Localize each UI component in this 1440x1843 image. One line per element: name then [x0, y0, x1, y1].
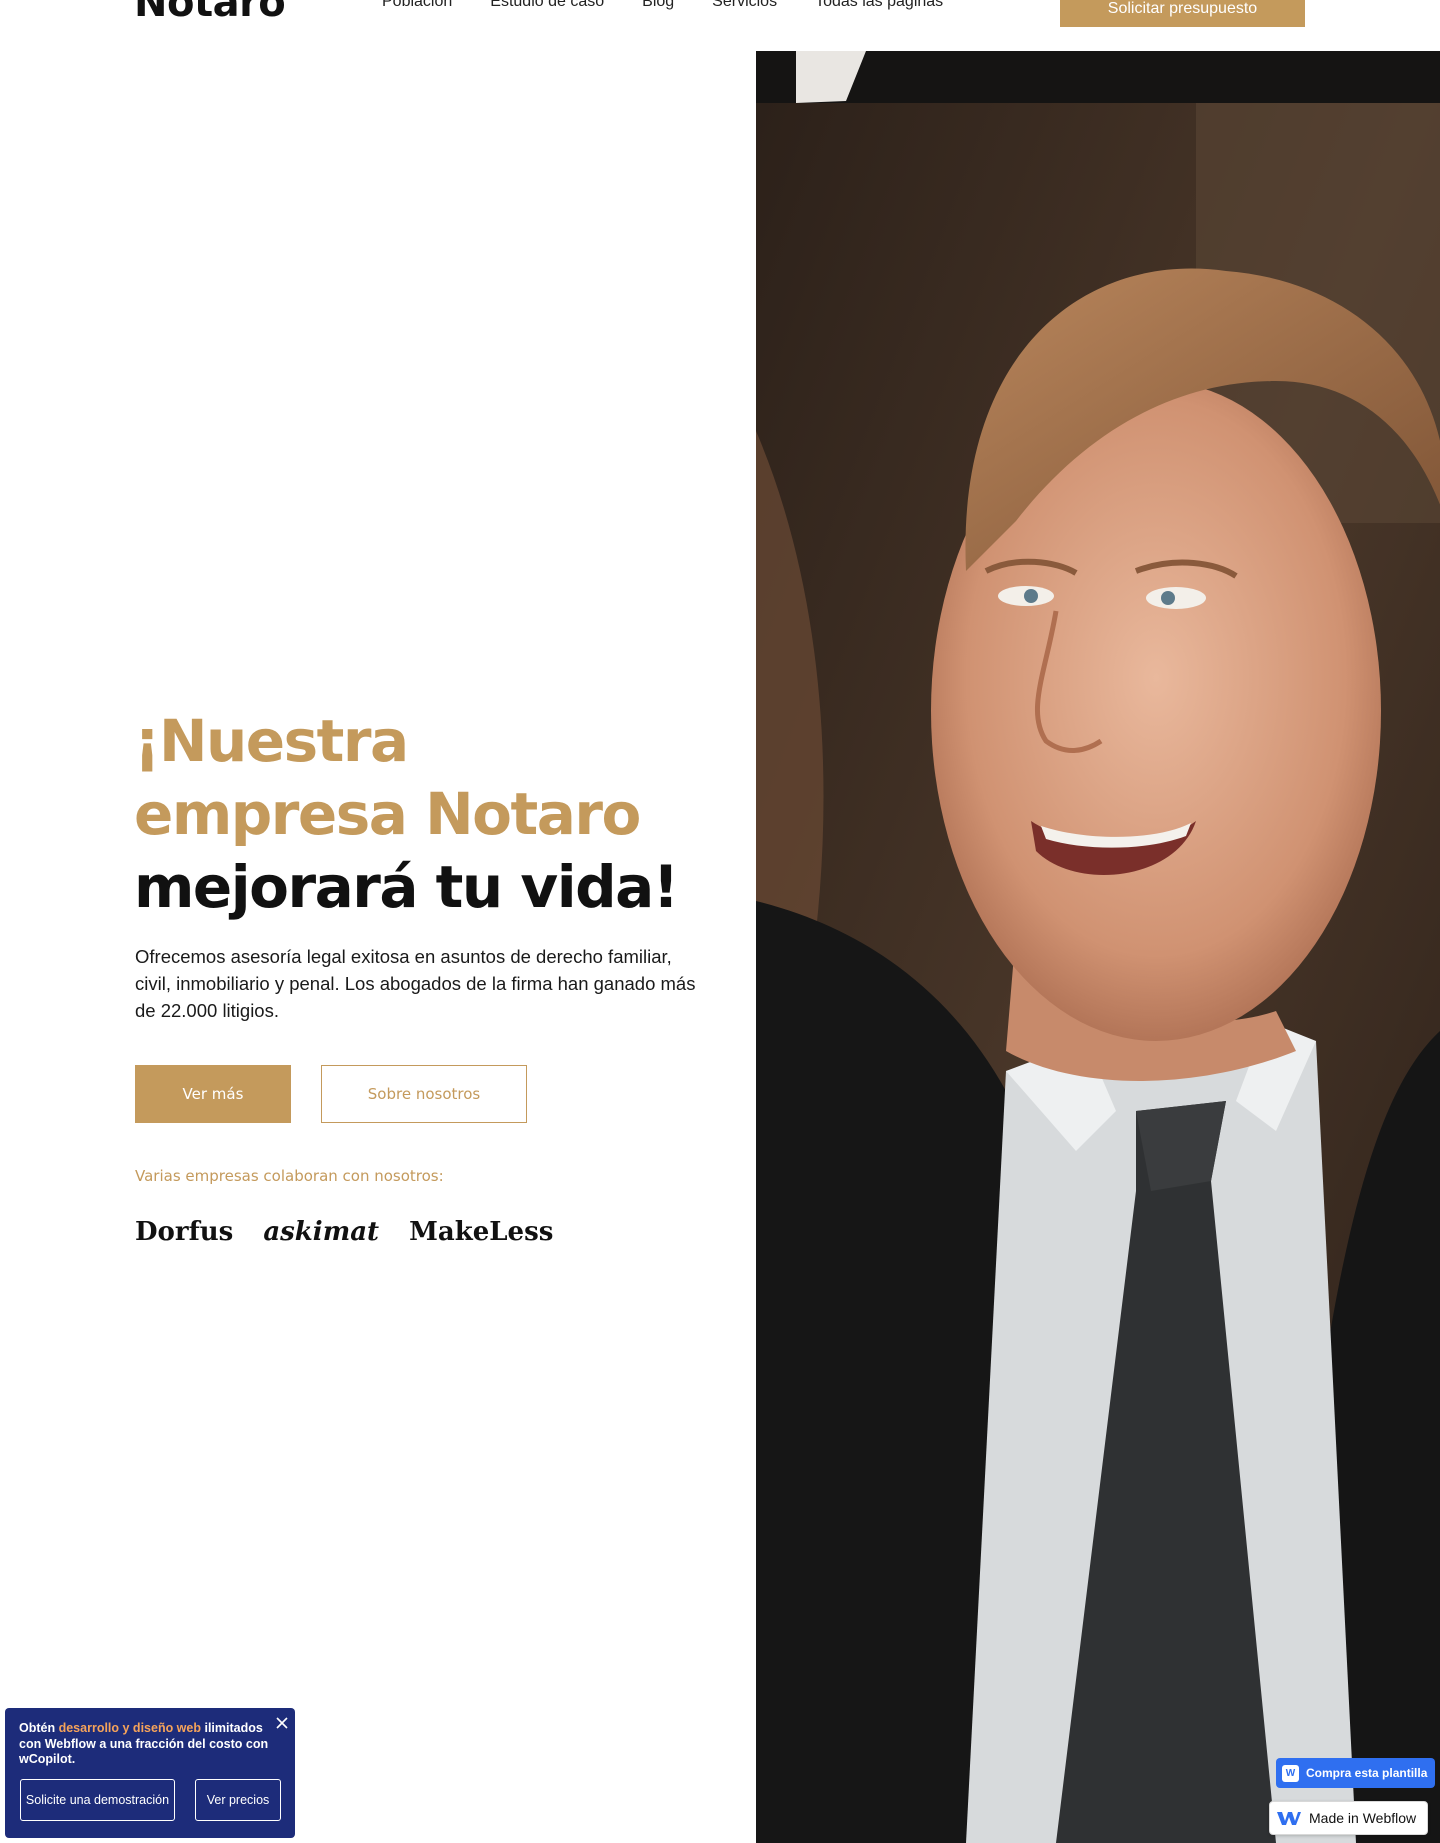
see-prices-button[interactable]: Ver precios [195, 1779, 281, 1821]
promo-highlight-link[interactable]: desarrollo y diseño web [59, 1721, 201, 1735]
promo-buttons: Solicite una demostración Ver precios [20, 1779, 281, 1821]
partner-logo-dorfus: Dorfus [135, 1217, 234, 1247]
made-in-webflow-badge[interactable]: Made in Webflow [1269, 1801, 1428, 1835]
nav-link-poblacion[interactable]: Población [382, 0, 452, 12]
request-quote-button[interactable]: Solicitar presupuesto [1060, 0, 1305, 27]
see-more-button[interactable]: Ver más [135, 1065, 291, 1123]
buy-template-label: Compra esta plantilla [1306, 1766, 1428, 1780]
promo-popup: Obtén desarrollo y diseño web ilimitados… [5, 1708, 295, 1838]
request-demo-button[interactable]: Solicite una demostración [20, 1779, 175, 1821]
top-navigation: Notaro Población Estudio de caso Blog Se… [0, 0, 1440, 50]
headline-accent: ¡Nuestra empresa Notaro [134, 707, 641, 848]
hero-description: Ofrecemos asesoría legal exitosa en asun… [135, 946, 696, 1021]
partners-label: Varias empresas colaboran con nosotros: [135, 1167, 444, 1185]
nav-link-case-study[interactable]: Estudio de caso [490, 0, 604, 12]
promo-text: Obtén desarrollo y diseño web ilimitados… [19, 1721, 269, 1768]
headline-rest: mejorará tu vida! [134, 853, 679, 921]
partner-logo-askimat: askimat [263, 1217, 380, 1247]
partner-logo-makeless: MakeLess [409, 1217, 554, 1247]
webflow-logo-icon [1277, 1812, 1301, 1825]
partner-logos: Dorfus askimat MakeLess [135, 1217, 553, 1247]
webflow-square-icon: W [1282, 1764, 1299, 1782]
nav-link-blog[interactable]: Blog [642, 0, 674, 12]
made-in-webflow-label: Made in Webflow [1309, 1810, 1417, 1826]
nav-link-services[interactable]: Servicios [712, 0, 777, 12]
hero-headline: ¡Nuestra empresa Notaro mejorará tu vida… [134, 705, 694, 924]
nav-link-all-pages[interactable]: Todas las páginas [815, 0, 943, 12]
hero-photo [756, 51, 1440, 1843]
buy-template-badge[interactable]: W Compra esta plantilla [1276, 1758, 1435, 1788]
nav-links: Población Estudio de caso Blog Servicios… [382, 0, 943, 12]
about-us-button[interactable]: Sobre nosotros [321, 1065, 527, 1123]
site-logo[interactable]: Notaro [134, 0, 286, 28]
promo-text-prefix: Obtén [19, 1721, 59, 1735]
close-icon[interactable] [275, 1716, 289, 1730]
